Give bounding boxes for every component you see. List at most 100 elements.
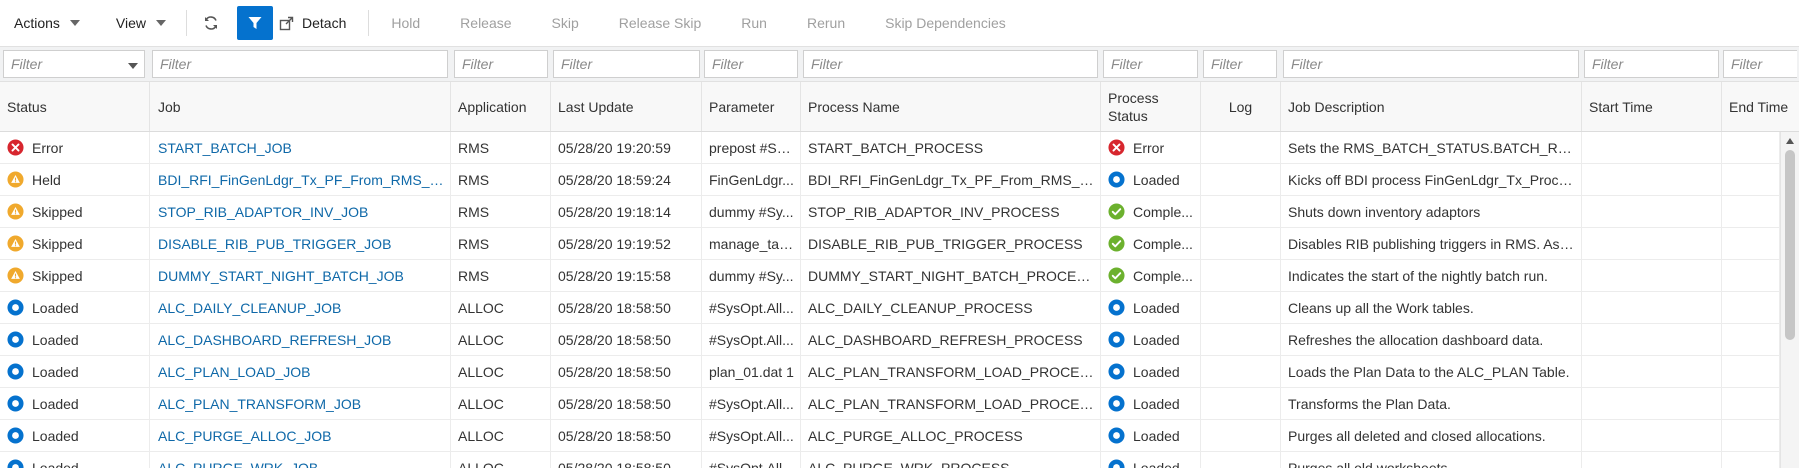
column-header-job-description[interactable]: Job Description xyxy=(1281,82,1582,131)
job-cell[interactable]: ALC_DASHBOARD_REFRESH_JOB xyxy=(150,324,451,355)
refresh-button[interactable] xyxy=(193,6,229,40)
job-cell[interactable]: STOP_RIB_ADAPTOR_INV_JOB xyxy=(150,196,451,227)
release-button[interactable]: Release xyxy=(460,15,511,31)
end-time-cell xyxy=(1722,292,1780,323)
vertical-scrollbar[interactable] xyxy=(1780,132,1799,468)
job-cell[interactable]: DUMMY_START_NIGHT_BATCH_JOB xyxy=(150,260,451,291)
log-cell[interactable] xyxy=(1201,260,1281,291)
rerun-button[interactable]: Rerun xyxy=(807,15,845,31)
job-link[interactable]: STOP_RIB_ADAPTOR_INV_JOB xyxy=(158,204,368,220)
start-time-filter-input[interactable] xyxy=(1584,50,1719,78)
job-link[interactable]: ALC_PURGE_ALLOC_JOB xyxy=(158,428,332,444)
column-header-label: Process Name xyxy=(808,98,900,115)
column-header-log[interactable]: Log xyxy=(1201,82,1281,131)
process-status-text: Loaded xyxy=(1133,395,1180,412)
process-name-filter-input[interactable] xyxy=(803,50,1098,78)
process-status-cell: Error xyxy=(1101,132,1201,163)
parameter-cell: dummy #Sy... xyxy=(702,196,801,227)
job-cell[interactable]: DISABLE_RIB_PUB_TRIGGER_JOB xyxy=(150,228,451,259)
job-cell[interactable]: ALC_PURGE_WRK_JOB xyxy=(150,452,451,468)
log-cell[interactable] xyxy=(1201,420,1281,451)
end-time-filter-input[interactable] xyxy=(1723,50,1797,78)
job-link[interactable]: ALC_PURGE_WRK_JOB xyxy=(158,460,318,468)
table-header: Status Job Application Last Update Param… xyxy=(0,82,1799,132)
job-link[interactable]: DISABLE_RIB_PUB_TRIGGER_JOB xyxy=(158,236,391,252)
hold-button[interactable]: Hold xyxy=(391,15,420,31)
skip-button[interactable]: Skip xyxy=(552,15,579,31)
table-row[interactable]: Skipped STOP_RIB_ADAPTOR_INV_JOB RMS 05/28/… xyxy=(0,196,1780,228)
table-row[interactable]: Loaded ALC_PLAN_TRANSFORM_JOB ALLOC 05/28/2… xyxy=(0,388,1780,420)
column-header-end-time[interactable]: End Time xyxy=(1722,82,1799,131)
column-header-status[interactable]: Status xyxy=(0,82,150,131)
table-row[interactable]: Loaded ALC_PLAN_LOAD_JOB ALLOC 05/28/20 18:… xyxy=(0,356,1780,388)
job-link[interactable]: ALC_DAILY_CLEANUP_JOB xyxy=(158,300,341,316)
application-text: RMS xyxy=(458,235,490,252)
parameter-text: #SysOpt.All... xyxy=(709,427,794,444)
loaded-icon xyxy=(7,363,24,380)
table-row[interactable]: Skipped DUMMY_START_NIGHT_BATCH_JOB RMS 05/… xyxy=(0,260,1780,292)
log-cell[interactable] xyxy=(1201,196,1281,227)
job-cell[interactable]: ALC_DAILY_CLEANUP_JOB xyxy=(150,292,451,323)
job-filter-input[interactable] xyxy=(152,50,448,78)
job-link[interactable]: ALC_PLAN_LOAD_JOB xyxy=(158,364,311,380)
status-filter-select[interactable] xyxy=(3,50,145,78)
scrollbar-thumb[interactable] xyxy=(1785,150,1795,340)
log-cell[interactable] xyxy=(1201,324,1281,355)
detach-button[interactable]: Detach xyxy=(279,7,346,39)
column-header-last-update[interactable]: Last Update xyxy=(551,82,702,131)
table-row[interactable]: Error START_BATCH_JOB RMS 05/28/20 19:20:59… xyxy=(0,132,1780,164)
column-header-start-time[interactable]: Start Time xyxy=(1582,82,1722,131)
column-header-parameter[interactable]: Parameter xyxy=(702,82,801,131)
log-cell[interactable] xyxy=(1201,292,1281,323)
column-header-process-name[interactable]: Process Name xyxy=(801,82,1101,131)
skip-dependencies-button[interactable]: Skip Dependencies xyxy=(885,15,1006,31)
last-update-filter-input[interactable] xyxy=(553,50,700,78)
job-cell[interactable]: START_BATCH_JOB xyxy=(150,132,451,163)
application-filter-input[interactable] xyxy=(454,50,548,78)
job-link[interactable]: START_BATCH_JOB xyxy=(158,140,292,156)
log-cell[interactable] xyxy=(1201,452,1281,468)
run-button[interactable]: Run xyxy=(741,15,767,31)
process-name-cell: ALC_PLAN_TRANSFORM_LOAD_PROCESS xyxy=(801,356,1101,387)
log-cell[interactable] xyxy=(1201,356,1281,387)
status-cell: Loaded xyxy=(0,388,150,419)
log-cell[interactable] xyxy=(1201,164,1281,195)
job-link[interactable]: ALC_PLAN_TRANSFORM_JOB xyxy=(158,396,361,412)
filter-toggle-button[interactable] xyxy=(237,6,274,40)
last-update-cell: 05/28/20 18:58:50 xyxy=(551,420,702,451)
application-text: RMS xyxy=(458,203,490,220)
table-row[interactable]: Loaded ALC_DASHBOARD_REFRESH_JOB ALLOC 05/2… xyxy=(0,324,1780,356)
loaded-icon xyxy=(7,427,24,444)
table-row[interactable]: Loaded ALC_PURGE_WRK_JOB ALLOC 05/28/20 18:… xyxy=(0,452,1780,468)
job-cell[interactable]: ALC_PLAN_TRANSFORM_JOB xyxy=(150,388,451,419)
job-link[interactable]: ALC_DASHBOARD_REFRESH_JOB xyxy=(158,332,391,348)
process-status-filter-input[interactable] xyxy=(1103,50,1198,78)
job-link[interactable]: DUMMY_START_NIGHT_BATCH_JOB xyxy=(158,268,404,284)
table-row[interactable]: Loaded ALC_PURGE_ALLOC_JOB ALLOC 05/28/20 1… xyxy=(0,420,1780,452)
job-link[interactable]: BDI_RFI_FinGenLdgr_Tx_PF_From_RMS_JOB xyxy=(158,172,444,188)
job-cell[interactable]: ALC_PURGE_ALLOC_JOB xyxy=(150,420,451,451)
release-skip-button[interactable]: Release Skip xyxy=(619,15,702,31)
filter-icon xyxy=(248,17,262,29)
view-menu[interactable]: View xyxy=(116,7,167,39)
log-cell[interactable] xyxy=(1201,228,1281,259)
column-header-application[interactable]: Application xyxy=(451,82,551,131)
table-row[interactable]: Loaded ALC_DAILY_CLEANUP_JOB ALLOC 05/28/20… xyxy=(0,292,1780,324)
job-description-filter-input[interactable] xyxy=(1283,50,1579,78)
log-cell[interactable] xyxy=(1201,132,1281,163)
table-row[interactable]: Skipped DISABLE_RIB_PUB_TRIGGER_JOB RMS 05/… xyxy=(0,228,1780,260)
last-update-cell: 05/28/20 19:15:58 xyxy=(551,260,702,291)
scroll-up-arrow-icon[interactable] xyxy=(1786,138,1794,144)
parameter-filter-input[interactable] xyxy=(704,50,798,78)
column-header-process-status[interactable]: Process Status xyxy=(1101,82,1201,131)
job-cell[interactable]: BDI_RFI_FinGenLdgr_Tx_PF_From_RMS_JOB xyxy=(150,164,451,195)
job-cell[interactable]: ALC_PLAN_LOAD_JOB xyxy=(150,356,451,387)
end-time-cell xyxy=(1722,196,1780,227)
table-body: Error START_BATCH_JOB RMS 05/28/20 19:20:59… xyxy=(0,132,1780,468)
column-header-job[interactable]: Job xyxy=(150,82,451,131)
log-cell[interactable] xyxy=(1201,388,1281,419)
log-filter-input[interactable] xyxy=(1203,50,1277,78)
table-row[interactable]: Held BDI_RFI_FinGenLdgr_Tx_PF_From_RMS_JO… xyxy=(0,164,1780,196)
job-description-text: Refreshes the allocation dashboard data. xyxy=(1288,331,1544,348)
actions-menu[interactable]: Actions xyxy=(14,7,80,39)
